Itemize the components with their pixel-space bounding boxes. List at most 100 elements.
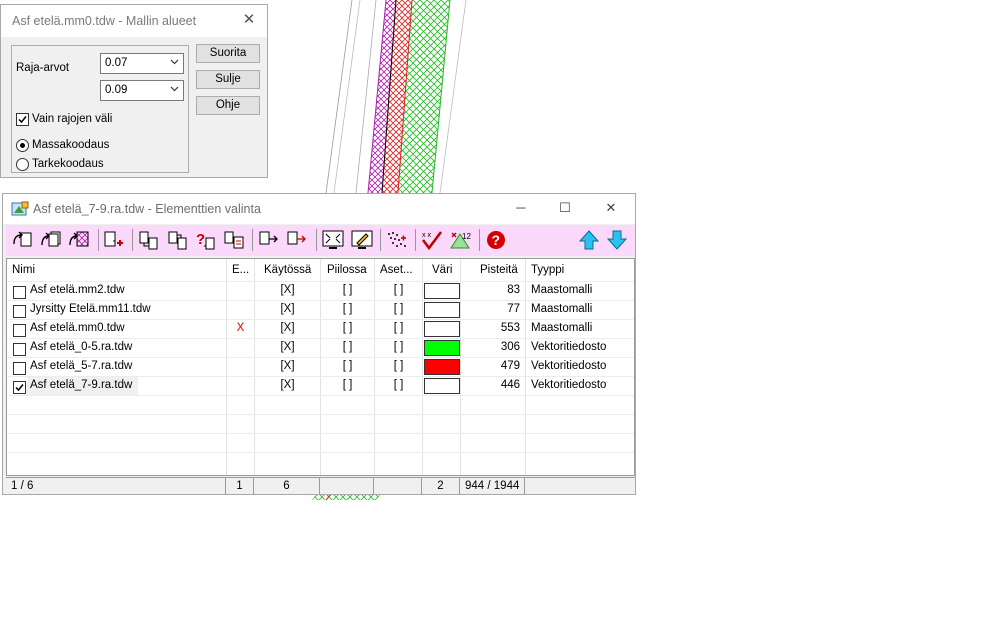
row-hidden[interactable]: [ ]: [321, 281, 374, 300]
row-name: Asf etelä_5-7.ra.tdw: [30, 360, 133, 372]
close-icon[interactable]: ✕: [601, 200, 621, 216]
add-file-icon[interactable]: [102, 229, 126, 251]
toolbar-separator: [479, 229, 480, 251]
only-between-checkbox[interactable]: [16, 113, 29, 126]
move-file-icon[interactable]: [137, 229, 161, 251]
row-hidden[interactable]: [ ]: [321, 319, 374, 338]
column-header-in-use[interactable]: Käytössä: [255, 259, 321, 281]
row-hidden[interactable]: [ ]: [321, 376, 374, 395]
limit2-value: 0.09: [105, 84, 128, 96]
column-header-hidden[interactable]: Piilossa: [321, 259, 375, 281]
help-icon[interactable]: ?: [484, 229, 508, 251]
column-header-set[interactable]: Aset...: [375, 259, 423, 281]
row-in-use[interactable]: [X]: [255, 300, 320, 319]
row-points: 83: [507, 284, 520, 296]
row-hidden[interactable]: [ ]: [321, 338, 374, 357]
file-arrow-icon[interactable]: [257, 229, 281, 251]
row-e: X: [236, 322, 245, 334]
row-color-swatch[interactable]: [424, 302, 460, 318]
row-checkbox[interactable]: [13, 343, 26, 356]
row-in-use[interactable]: [X]: [255, 281, 320, 300]
row-type: Vektoritiedosto: [531, 360, 607, 372]
row-color-swatch[interactable]: [424, 359, 460, 375]
open-all-icon[interactable]: [39, 229, 63, 251]
row-type: Vektoritiedosto: [531, 341, 607, 353]
only-between-label: Vain rajojen väli: [32, 113, 113, 125]
minimize-icon[interactable]: ─: [511, 200, 531, 216]
toolbar-separator: [380, 229, 381, 251]
row-e: [227, 300, 254, 319]
row-hidden[interactable]: [ ]: [321, 300, 374, 319]
model-regions-dialog: Asf etelä.mm0.tdw - Mallin alueet ✕ Raja…: [0, 4, 268, 178]
row-in-use[interactable]: [X]: [255, 376, 320, 395]
row-set[interactable]: [ ]: [375, 319, 422, 338]
toolbar-separator: [316, 229, 317, 251]
mass-coding-radio[interactable]: [16, 139, 29, 152]
maximize-icon[interactable]: ☐: [555, 200, 575, 216]
row-in-use[interactable]: [X]: [255, 319, 320, 338]
query-file-icon[interactable]: ?: [194, 229, 218, 251]
row-checkbox[interactable]: [13, 305, 26, 318]
row-set[interactable]: [ ]: [375, 376, 422, 395]
dialog-titlebar[interactable]: Asf etelä_7-9.ra.tdw - Elementtien valin…: [3, 194, 635, 224]
open-hatch-icon[interactable]: [67, 229, 91, 251]
check-mark-icon: [18, 116, 27, 124]
row-color-swatch[interactable]: [424, 378, 460, 394]
row-checkbox[interactable]: [13, 324, 26, 337]
row-checkbox[interactable]: [13, 381, 26, 394]
run-button[interactable]: Suorita: [196, 44, 260, 63]
row-points: 553: [500, 322, 520, 334]
detail-coding-radio[interactable]: [16, 158, 29, 171]
move-up-icon[interactable]: [577, 229, 601, 251]
close-icon[interactable]: ✕: [241, 12, 257, 28]
app-icon: [11, 201, 29, 216]
limit1-combo[interactable]: 0.07: [100, 53, 184, 74]
column-header-color[interactable]: Väri: [423, 259, 461, 281]
status-color-count: 2: [422, 477, 460, 494]
row-type: Maastomalli: [531, 303, 593, 315]
chevron-down-icon: [170, 59, 179, 65]
dialog-titlebar[interactable]: Asf etelä.mm0.tdw - Mallin alueet: [1, 5, 267, 37]
row-set[interactable]: [ ]: [375, 357, 422, 376]
row-type: Maastomalli: [531, 284, 593, 296]
fit-view-icon[interactable]: [321, 229, 345, 251]
open-icon[interactable]: [11, 229, 35, 251]
points-icon[interactable]: [385, 229, 409, 251]
column-header-name[interactable]: Nimi: [7, 259, 227, 281]
row-hidden[interactable]: [ ]: [321, 357, 374, 376]
row-points: 446: [500, 379, 520, 391]
edit-view-icon[interactable]: [350, 229, 374, 251]
row-in-use[interactable]: [X]: [255, 338, 320, 357]
limits-label: Raja-arvot: [16, 62, 70, 74]
element-table: Nimi E... Käytössä Piilossa Aset... Väri…: [6, 258, 635, 476]
row-color-swatch[interactable]: [424, 321, 460, 337]
column-header-points[interactable]: Pisteitä: [461, 259, 526, 281]
svg-text:12: 12: [462, 232, 471, 241]
row-set[interactable]: [ ]: [375, 281, 422, 300]
help-button[interactable]: Ohje: [196, 96, 260, 115]
row-color-swatch[interactable]: [424, 340, 460, 356]
column-header-type[interactable]: Tyyppi: [526, 259, 634, 281]
file-refresh-icon[interactable]: [222, 229, 246, 251]
close-button[interactable]: Sulje: [196, 70, 260, 89]
row-set[interactable]: [ ]: [375, 338, 422, 357]
status-type: [525, 477, 635, 494]
dialog-title: Asf etelä_7-9.ra.tdw - Elementtien valin…: [33, 202, 261, 216]
status-hidden-count: [320, 477, 374, 494]
row-in-use[interactable]: [X]: [255, 357, 320, 376]
row-points: 479: [500, 360, 520, 372]
copy-file-icon[interactable]: [166, 229, 190, 251]
file-replace-icon[interactable]: [285, 229, 309, 251]
column-divider: [525, 259, 526, 475]
move-down-icon[interactable]: [605, 229, 629, 251]
row-checkbox[interactable]: [13, 362, 26, 375]
limit2-combo[interactable]: 0.09: [100, 80, 184, 101]
row-checkbox[interactable]: [13, 286, 26, 299]
column-header-e[interactable]: E...: [227, 259, 255, 281]
number-points-icon[interactable]: 12: [448, 229, 472, 251]
row-name: Asf etelä.mm0.tdw: [30, 322, 125, 334]
toolbar-separator: [98, 229, 99, 251]
row-set[interactable]: [ ]: [375, 300, 422, 319]
check-mark-icon[interactable]: x x: [420, 229, 444, 251]
row-color-swatch[interactable]: [424, 283, 460, 299]
